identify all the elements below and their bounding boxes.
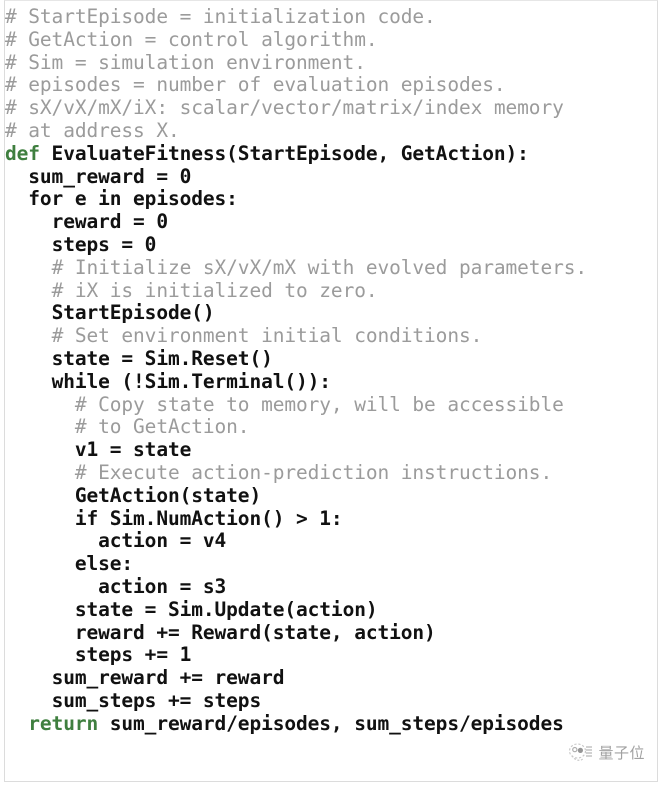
code-line: # Initialize sX/vX/mX with evolved param… [5,255,588,280]
code-token-code: if Sim.NumAction() > 1: [74,506,343,530]
watermark-label: 量子位 [598,743,645,762]
code-line: for e in episodes: [5,187,587,211]
code-token-comment: # sX/vX/mX/iX: scalar/vector/matrix/inde… [5,96,564,120]
watermark: 量子位 [567,741,645,765]
code-line: state = Sim.Reset() [5,346,587,371]
code-token-code: state = Sim.Update(action) [74,597,378,621]
code-token-comment: # Copy state to memory, will be accessib… [74,392,564,416]
code-line: # GetAction = control algorithm. [5,27,587,52]
code-line: # to GetAction. [5,415,587,439]
code-token-comment: # GetAction = control algorithm. [5,27,378,51]
code-token-comment: # iX is initialized to zero. [51,278,378,302]
code-line: while (!Sim.Terminal()): [5,369,587,394]
code-line: # Execute action-prediction instructions… [5,460,587,485]
code-token-code: sum_reward = 0 [28,164,192,188]
code-line: steps += 1 [5,643,587,667]
code-token-comment: # Initialize sX/vX/mX with evolved param… [51,255,588,279]
code-token-code: for e in episodes: [28,187,238,211]
code-line: v1 = state [5,438,587,462]
code-line: # StartEpisode = initialization code. [5,5,587,29]
code-token-code: EvaluateFitness(StartEpisode, GetAction)… [39,141,529,165]
code-token-keyword: return [28,711,99,735]
code-line: action = v4 [5,529,587,553]
code-line: return sum_reward/episodes, sum_steps/ep… [5,711,587,736]
code-token-comment: # Set environment initial conditions. [51,324,483,348]
code-token-code: reward = 0 [51,210,169,234]
code-listing-panel: # StartEpisode = initialization code. # G… [4,0,658,782]
code-line: # Copy state to memory, will be accessib… [5,392,587,417]
code-token-comment: # Sim = simulation environment. [5,50,366,74]
code-token-code: sum_reward/episodes, sum_steps/episodes [98,711,564,735]
code-line: GetAction(state) [5,483,587,508]
code-token-code: while (!Sim.Terminal()): [51,369,331,393]
code-token-comment: # to GetAction. [74,415,250,439]
code-token-comment: # StartEpisode = initialization code. [5,5,436,28]
code-line: reward = 0 [5,210,587,234]
code-line: sum_reward += reward [5,666,587,690]
code-token-comment: # Execute action-prediction instructions… [74,460,553,484]
code-token-code: steps += 1 [74,643,192,667]
qbitai-logo-icon [567,741,593,765]
code-line: sum_reward = 0 [5,164,587,189]
code-line: # iX is initialized to zero. [5,278,587,303]
code-line: action = s3 [5,574,587,599]
code-line: # sX/vX/mX/iX: scalar/vector/matrix/inde… [5,96,587,120]
code-token-code: action = s3 [98,574,227,598]
code-token-code: sum_reward += reward [51,666,285,690]
code-line: def EvaluateFitness(StartEpisode, GetAct… [5,141,587,166]
code-token-code: else: [74,552,134,576]
code-line: if Sim.NumAction() > 1: [5,506,587,531]
code-line: else: [5,552,587,576]
code-line: steps = 0 [5,232,587,257]
code-token-comment: # at address X. [5,118,180,142]
code-line: # Set environment initial conditions. [5,324,587,348]
code-line: # at address X. [5,118,587,143]
code-token-code: action = v4 [98,529,227,553]
code-token-code: StartEpisode() [51,301,215,325]
code-listing: # StartEpisode = initialization code. # G… [5,1,587,736]
code-line: sum_steps += steps [5,688,587,713]
code-token-code: sum_steps += steps [51,688,262,712]
code-token-comment: # episodes = number of evaluation episod… [5,73,506,97]
code-line: state = Sim.Update(action) [5,597,587,622]
code-token-code: steps = 0 [51,232,157,256]
code-token-code: v1 = state [74,438,192,462]
code-token-code: reward += Reward(state, action) [74,620,436,644]
code-line: reward += Reward(state, action) [5,620,587,645]
code-token-code: state = Sim.Reset() [51,346,273,370]
code-token-keyword: def [5,141,40,165]
code-line: # episodes = number of evaluation episod… [5,73,587,97]
code-token-code: GetAction(state) [74,483,262,507]
code-line: StartEpisode() [5,301,587,325]
code-line: # Sim = simulation environment. [5,50,587,75]
